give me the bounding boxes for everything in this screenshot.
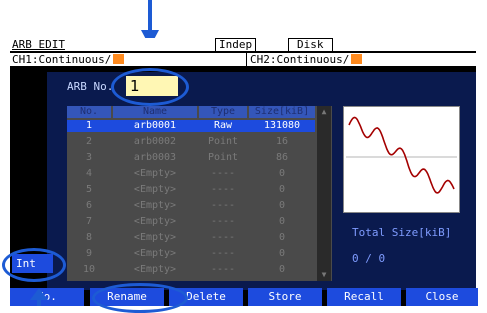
cell-no: 7 <box>85 216 93 227</box>
total-size-label: Total Size[kiB] <box>352 226 452 239</box>
waveform-trace <box>348 116 455 194</box>
cell-size: 0 <box>278 264 286 275</box>
column-header-name: Name <box>113 106 197 118</box>
cell-size: 0 <box>278 200 286 211</box>
cell-size: 0 <box>278 184 286 195</box>
cell-no: 5 <box>85 184 93 195</box>
table-row[interactable]: 4 <Empty> ---- 0 <box>67 168 315 180</box>
bottom-pointer-arrow-icon <box>30 288 48 306</box>
disk-indicator: Disk <box>288 38 333 52</box>
cell-no: 6 <box>85 200 93 211</box>
cell-no: 1 <box>85 120 93 131</box>
softkey-delete[interactable]: Delete <box>169 288 243 306</box>
cell-no: 2 <box>85 136 93 147</box>
arb-no-label: ARB No. <box>67 80 114 93</box>
cell-type: ---- <box>210 232 236 243</box>
table-scrollbar[interactable]: ▲ ▼ <box>317 106 331 281</box>
cell-size: 131080 <box>263 120 301 131</box>
cell-size: 16 <box>275 136 289 147</box>
cell-type: ---- <box>210 248 236 259</box>
softkey-rename[interactable]: Rename <box>90 288 164 306</box>
cell-name: <Empty> <box>133 200 177 211</box>
table-row[interactable]: 5 <Empty> ---- 0 <box>67 184 315 196</box>
indep-indicator: Indep <box>215 38 257 52</box>
cell-type: Raw <box>213 120 233 131</box>
cell-name: <Empty> <box>133 216 177 227</box>
column-header-size: Size[kiB] <box>249 106 315 118</box>
title-bar: ARB EDIT Indep Disk <box>10 38 476 52</box>
cell-size: 0 <box>278 232 286 243</box>
softkey-recall[interactable]: Recall <box>327 288 401 306</box>
cell-type: Point <box>207 152 239 163</box>
cell-no: 10 <box>82 264 96 275</box>
cell-type: ---- <box>210 168 236 179</box>
cell-size: 0 <box>278 216 286 227</box>
cell-no: 9 <box>85 248 93 259</box>
scroll-up-icon[interactable]: ▲ <box>317 107 331 117</box>
column-header-type: Type <box>199 106 247 118</box>
arb-no-input[interactable]: 1 <box>126 76 178 96</box>
total-size-value: 0 / 0 <box>352 252 386 265</box>
cell-size: 0 <box>278 168 286 179</box>
cell-type: ---- <box>210 216 236 227</box>
waveform-preview <box>343 106 460 213</box>
ch2-status-label: CH2:Continuous/ <box>250 53 350 66</box>
int-storage-tab[interactable]: Int <box>12 254 53 273</box>
table-row[interactable]: 6 <Empty> ---- 0 <box>67 200 315 212</box>
cell-type: ---- <box>210 200 236 211</box>
softkey-close[interactable]: Close <box>406 288 478 306</box>
cell-name: <Empty> <box>133 168 177 179</box>
cell-size: 0 <box>278 248 286 259</box>
column-header-no: No. <box>67 106 111 118</box>
cell-no: 8 <box>85 232 93 243</box>
cell-name: <Empty> <box>133 184 177 195</box>
cell-type: ---- <box>210 264 236 275</box>
arb-list-panel: ARB No. 1 No. Name Type Size[kiB] 1 arb00… <box>47 72 476 290</box>
cell-size: 86 <box>275 152 289 163</box>
softkey-store[interactable]: Store <box>248 288 322 306</box>
table-row[interactable]: 8 <Empty> ---- 0 <box>67 232 315 244</box>
cell-name: <Empty> <box>133 232 177 243</box>
table-row[interactable]: 3 arb0003 Point 86 <box>67 152 315 164</box>
table-row[interactable]: 2 arb0002 Point 16 <box>67 136 315 148</box>
table-row[interactable]: 10 <Empty> ---- 0 <box>67 264 315 276</box>
cell-type: Point <box>207 136 239 147</box>
cell-name: arb0002 <box>133 136 177 147</box>
ch1-status: CH1:Continuous/ <box>12 53 125 66</box>
channel-status-bar: CH1:Continuous/ CH2:Continuous/ <box>10 52 476 66</box>
arb-table: No. Name Type Size[kiB] 1 arb0001 Raw 13108… <box>67 106 332 281</box>
page-title: ARB EDIT <box>12 38 65 51</box>
instrument-screen: ARB EDIT Indep Disk CH1:Continuous/ CH2:… <box>10 38 476 306</box>
cell-no: 3 <box>85 152 93 163</box>
header-divider <box>246 52 247 66</box>
table-row[interactable]: 9 <Empty> ---- 0 <box>67 248 315 260</box>
ch1-output-icon <box>113 54 125 64</box>
cell-no: 4 <box>85 168 93 179</box>
table-row[interactable]: 1 arb0001 Raw 131080 <box>67 120 315 132</box>
cell-name: <Empty> <box>133 248 177 259</box>
cell-type: ---- <box>210 184 236 195</box>
ch2-status: CH2:Continuous/ <box>250 53 363 66</box>
cell-name: arb0003 <box>133 152 177 163</box>
ch1-status-label: CH1:Continuous/ <box>12 53 112 66</box>
cell-name: <Empty> <box>133 264 177 275</box>
ch2-output-icon <box>351 54 363 64</box>
cell-name: arb0001 <box>133 120 177 131</box>
table-row[interactable]: 7 <Empty> ---- 0 <box>67 216 315 228</box>
scroll-down-icon[interactable]: ▼ <box>317 270 331 280</box>
